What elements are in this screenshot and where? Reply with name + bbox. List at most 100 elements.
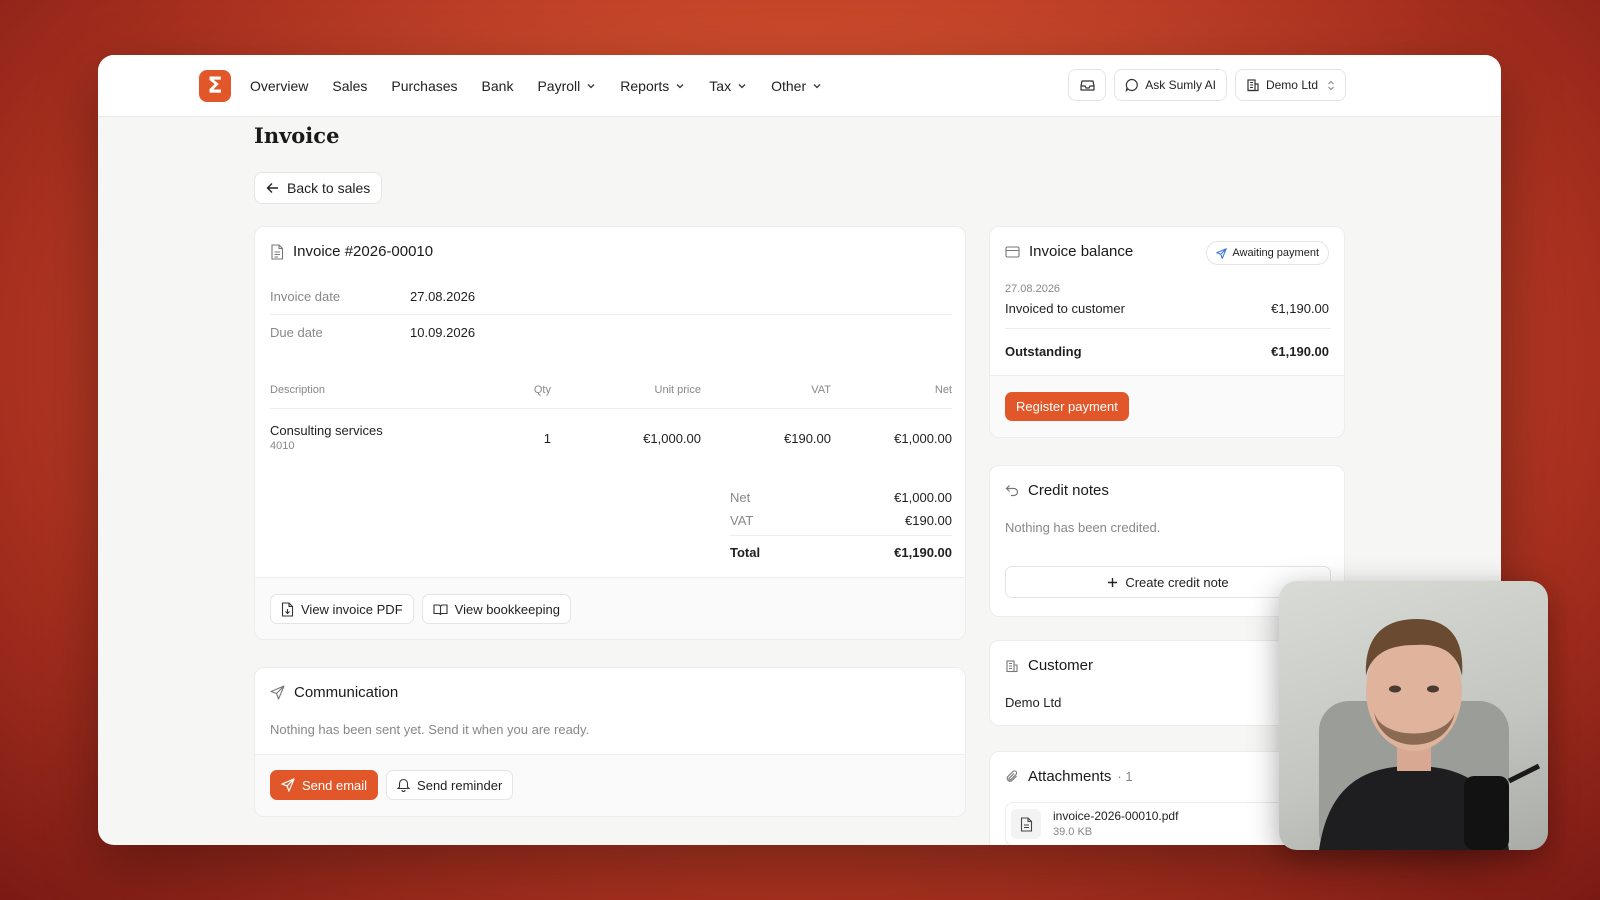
invoice-card-footer: View invoice PDF View bookkeeping (255, 577, 965, 639)
inbox-button[interactable] (1068, 69, 1107, 101)
attachments-title: Attachments · 1 (1005, 768, 1133, 785)
send-reminder-label: Send reminder (417, 777, 503, 793)
send-icon (270, 685, 285, 700)
company-name: Demo Ltd (1265, 78, 1318, 92)
invoice-balance-title: Invoice balance (1005, 243, 1133, 260)
top-nav-bar: Σ Overview Sales Purchases Bank Payroll … (98, 55, 1501, 117)
nav-other-label: Other (771, 78, 807, 94)
view-bookkeeping-button[interactable]: View bookkeeping (421, 594, 571, 624)
invoiced-label: Invoiced to customer (1005, 301, 1125, 316)
status-badge: Awaiting payment (1206, 241, 1329, 265)
nav-tax[interactable]: Tax (709, 78, 747, 94)
totals-vat-value: €190.00 (905, 513, 952, 528)
sumly-logo[interactable]: Σ (199, 70, 231, 102)
totals-total-value: €1,190.00 (894, 545, 952, 560)
send-reminder-button[interactable]: Send reminder (386, 770, 514, 800)
credit-card-icon (1005, 245, 1020, 258)
column-header: Unit price (654, 384, 701, 396)
register-payment-label: Register payment (1016, 399, 1118, 414)
nav-purchases[interactable]: Purchases (391, 78, 457, 94)
line-description: Consulting services (270, 423, 383, 438)
company-switcher[interactable]: Demo Ltd (1234, 69, 1346, 101)
invoice-date-label: Invoice date (270, 289, 341, 304)
bell-icon (397, 778, 411, 792)
column-header: Description (270, 384, 326, 396)
chevron-updown-icon (1328, 80, 1334, 90)
send-icon (281, 778, 295, 792)
invoice-number: Invoice #2026-00010 (293, 243, 434, 260)
chevron-down-icon (738, 84, 746, 89)
invoiced-value: €1,190.00 (1271, 301, 1329, 316)
column-header: VAT (811, 384, 831, 396)
create-credit-note-label: Create credit note (1125, 574, 1229, 590)
attachments-title-label: Attachments (1028, 768, 1112, 785)
main-nav: Overview Sales Purchases Bank Payroll Re… (250, 55, 846, 117)
outstanding-value: €1,190.00 (1271, 344, 1329, 359)
divider (270, 314, 952, 315)
nav-sales[interactable]: Sales (332, 78, 367, 94)
communication-card: Communication Nothing has been sent yet.… (254, 667, 966, 817)
balance-footer: Register payment (990, 375, 1344, 437)
line-vat: €190.00 (784, 431, 831, 446)
register-payment-button[interactable]: Register payment (1005, 392, 1129, 421)
divider (730, 535, 952, 536)
invoice-balance-label: Invoice balance (1029, 243, 1134, 260)
line-account-code: 4010 (270, 440, 295, 452)
book-open-icon (433, 603, 448, 615)
invoice-card: Invoice #2026-00010 Invoice date 27.08.2… (254, 226, 966, 640)
totals-net-value: €1,000.00 (894, 490, 952, 505)
credit-notes-title: Credit notes (1005, 482, 1109, 499)
line-unit-price: €1,000.00 (643, 431, 701, 446)
document-icon (271, 243, 284, 260)
nav-other[interactable]: Other (771, 78, 822, 94)
nav-payroll[interactable]: Payroll (537, 78, 596, 94)
column-header: Net (934, 384, 952, 396)
nav-reports[interactable]: Reports (620, 78, 685, 94)
customer-name[interactable]: Demo Ltd (1005, 695, 1061, 710)
attachments-count: · 1 (1117, 769, 1133, 784)
customer-title: Customer (1005, 657, 1093, 674)
nav-payroll-label: Payroll (537, 78, 581, 94)
send-icon (1216, 247, 1228, 259)
presenter-video (1319, 619, 1541, 850)
arrow-left-icon (266, 183, 278, 193)
attachment-file-name: invoice-2026-00010.pdf (1053, 809, 1179, 823)
view-invoice-pdf-label: View invoice PDF (301, 601, 403, 617)
chat-bubble-icon (1125, 78, 1139, 92)
inbox-icon (1080, 79, 1095, 91)
chevron-down-icon (676, 84, 684, 89)
nav-tax-label: Tax (709, 78, 732, 94)
customer-title-label: Customer (1028, 657, 1094, 674)
line-qty: 1 (543, 431, 551, 446)
view-invoice-pdf-button[interactable]: View invoice PDF (270, 594, 414, 624)
nav-overview[interactable]: Overview (250, 78, 308, 94)
send-email-button[interactable]: Send email (270, 770, 379, 800)
nav-bank[interactable]: Bank (482, 78, 514, 94)
nav-reports-label: Reports (620, 78, 670, 94)
invoice-card-title: Invoice #2026-00010 (270, 243, 433, 260)
totals-net-label: Net (730, 490, 751, 505)
file-download-icon (281, 601, 294, 617)
back-to-sales-button[interactable]: Back to sales (254, 172, 383, 204)
chevron-down-icon (587, 84, 595, 89)
due-date-label: Due date (270, 325, 323, 340)
building-icon (1247, 79, 1259, 92)
divider (270, 408, 952, 409)
invoice-date-value: 27.08.2026 (410, 289, 476, 304)
attachment-file-size: 39.0 KB (1053, 826, 1093, 838)
credit-notes-empty-text: Nothing has been credited. (1005, 520, 1161, 535)
outstanding-label: Outstanding (1005, 344, 1082, 359)
view-bookkeeping-label: View bookkeeping (454, 601, 560, 617)
send-email-label: Send email (302, 777, 368, 793)
ask-ai-label: Ask Sumly AI (1145, 78, 1216, 92)
webcam-overlay (1279, 581, 1548, 850)
due-date-value: 10.09.2026 (410, 325, 476, 340)
back-to-sales-label: Back to sales (287, 180, 371, 196)
invoice-balance-card: Invoice balance Awaiting payment 27.08.2… (989, 226, 1345, 438)
undo-icon (1005, 485, 1019, 497)
line-net: €1,000.00 (894, 431, 952, 446)
page-title: Invoice (254, 123, 340, 148)
balance-date: 27.08.2026 (1005, 283, 1061, 295)
totals-total-label: Total (730, 545, 761, 560)
ask-ai-button[interactable]: Ask Sumly AI (1114, 69, 1227, 101)
